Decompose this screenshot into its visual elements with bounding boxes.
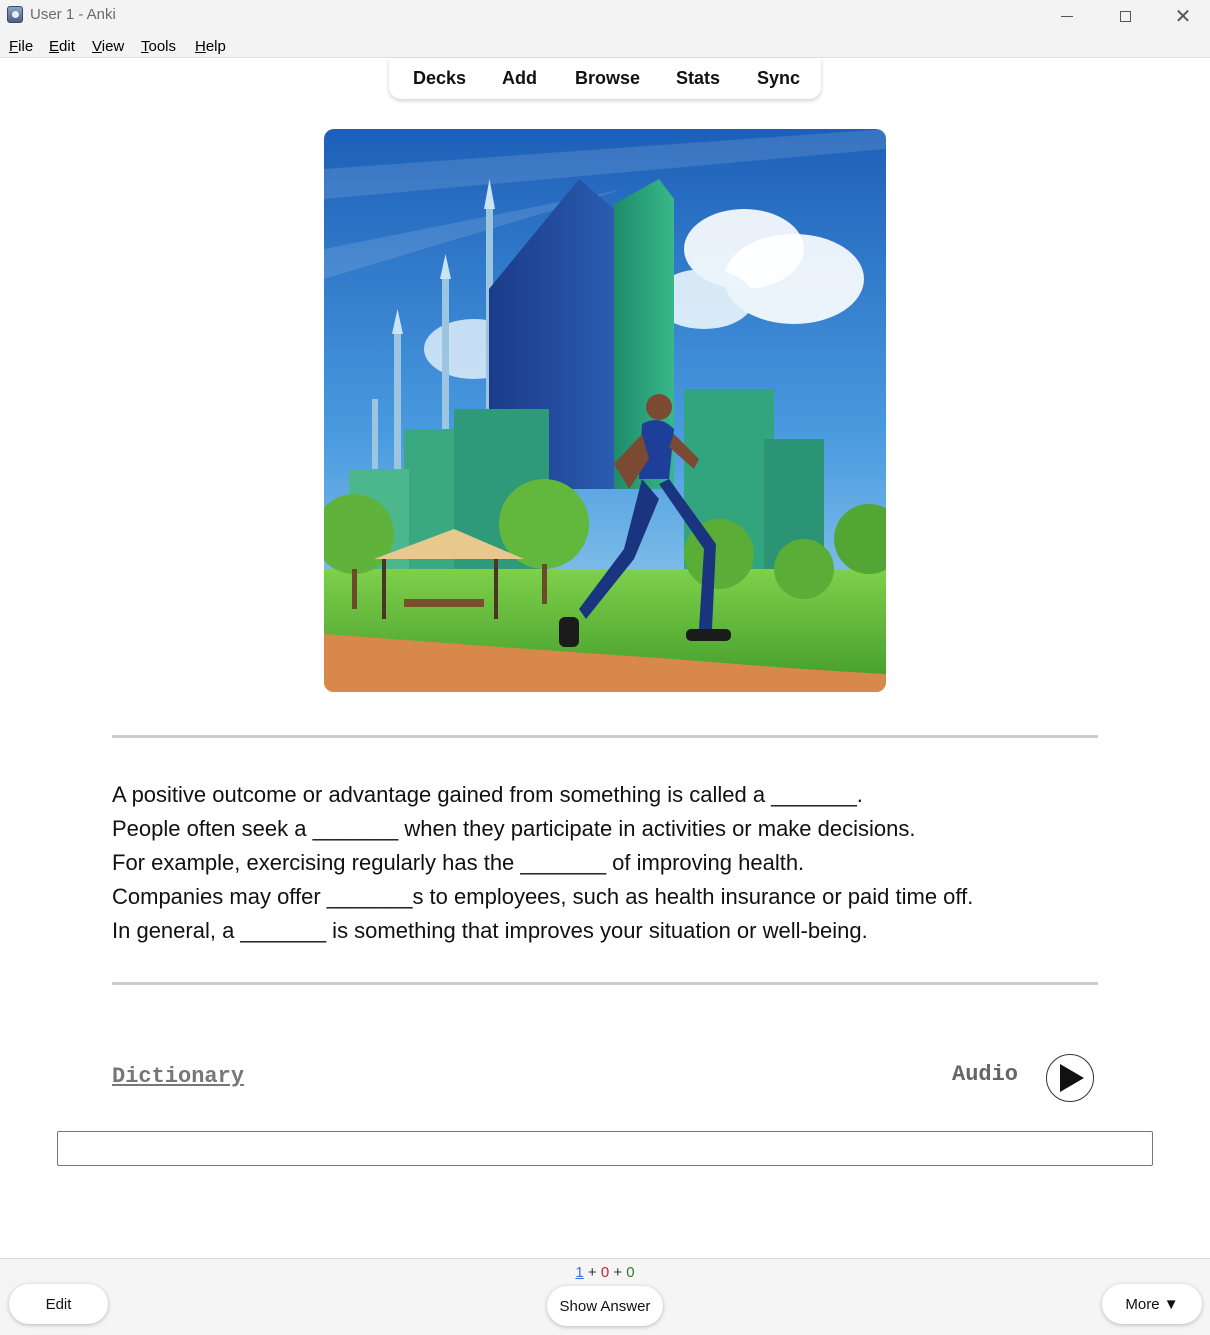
menu-view-label: iew [101,38,125,55]
toolbar-sync[interactable]: Sync [757,68,800,89]
due-counts: 1 + 0 + 0 [0,1264,1210,1281]
cloze-sentences: A positive outcome or advantage gained f… [112,778,1098,948]
menu-bar: File Edit View Tools Help [0,32,1210,58]
menu-tools-accel: T [141,38,149,55]
anki-app-icon [7,6,23,23]
toolbar-stats[interactable]: Stats [676,68,720,89]
divider-bottom [112,982,1098,985]
count-sep: + [587,1264,597,1281]
menu-view-accel: V [92,38,102,55]
cloze-sentence: People often seek a _______ when they pa… [112,816,916,841]
answer-input[interactable] [57,1131,1153,1166]
main-toolbar: Decks Add Browse Stats Sync [389,58,821,99]
menu-help-label: elp [205,38,226,55]
menu-help[interactable]: Help [195,38,226,55]
edit-button[interactable]: Edit [9,1284,108,1324]
dictionary-link[interactable]: Dictionary [112,1064,244,1089]
menu-file-accel: F [9,38,19,55]
menu-view[interactable]: View [92,38,124,55]
cloze-sentence: In general, a _______ is something that … [112,918,868,943]
close-button[interactable]: ✕ [1154,0,1210,32]
count-sep: + [613,1264,623,1281]
count-review: 0 [626,1264,635,1281]
count-learning: 0 [600,1264,610,1281]
menu-file-label: ile [18,38,34,55]
maximize-icon [1119,10,1131,22]
cloze-sentence: For example, exercising regularly has th… [112,850,805,875]
toolbar-decks[interactable]: Decks [413,68,466,89]
menu-help-accel: H [195,38,206,55]
title-bar: User 1 - Anki ✕ [0,0,1210,32]
menu-tools-label: ools [148,38,177,55]
cloze-sentence: Companies may offer _______s to employee… [112,884,974,909]
menu-edit[interactable]: Edit [49,38,75,55]
play-icon [1060,1064,1084,1092]
maximize-button[interactable] [1096,0,1154,32]
audio-label: Audio [952,1062,1019,1087]
card-illustration [324,129,886,692]
minimize-button[interactable] [1038,0,1096,32]
toolbar-add[interactable]: Add [502,68,537,89]
menu-edit-label: dit [59,38,75,55]
show-answer-button[interactable]: Show Answer [547,1286,663,1326]
count-new[interactable]: 1 [575,1264,583,1281]
audio-play-button[interactable] [1046,1054,1094,1102]
menu-file[interactable]: File [9,38,33,55]
toolbar-browse[interactable]: Browse [575,68,640,89]
menu-tools[interactable]: Tools [141,38,176,55]
cloze-sentence: A positive outcome or advantage gained f… [112,782,863,807]
more-button[interactable]: More ▼ [1102,1284,1202,1324]
minimize-icon [1061,15,1073,17]
divider-top [112,735,1098,738]
menu-edit-accel: E [49,38,60,55]
close-icon: ✕ [1174,4,1192,28]
window-title: User 1 - Anki [30,6,116,23]
